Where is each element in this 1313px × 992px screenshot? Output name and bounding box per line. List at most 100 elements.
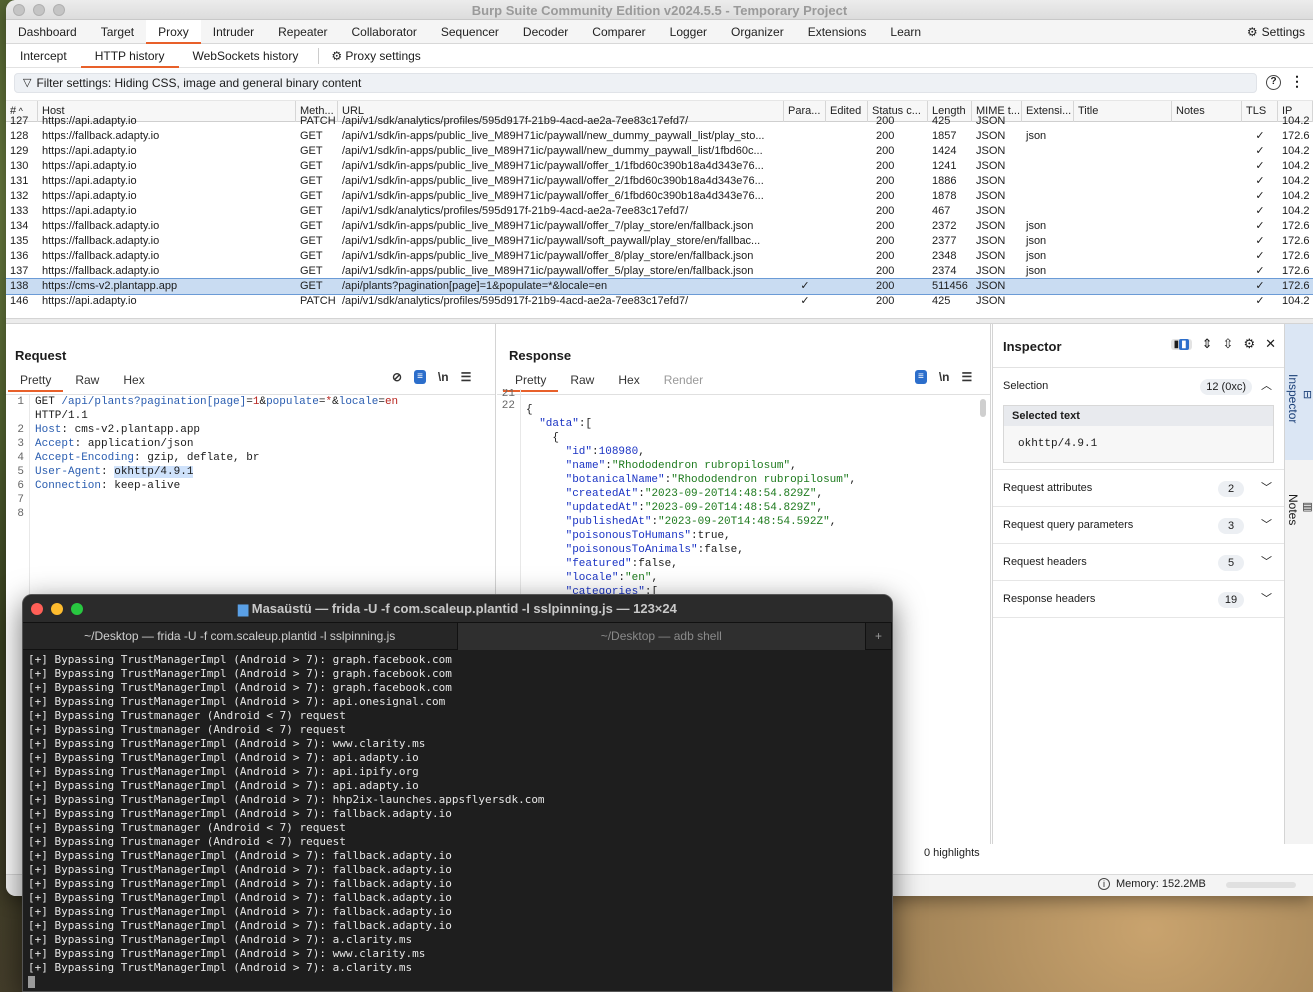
- tab-target[interactable]: Target: [89, 20, 146, 44]
- close-icon[interactable]: ✕: [1265, 336, 1276, 352]
- table-row[interactable]: 138 https://cms-v2.plantapp.app GET/api/pl…: [6, 278, 1313, 295]
- tab-decoder[interactable]: Decoder: [511, 20, 580, 44]
- cell-status: 200: [876, 220, 895, 232]
- wrap-lines-icon[interactable]: ≡: [414, 370, 426, 384]
- tab-websockets-history[interactable]: WebSockets history: [179, 44, 313, 68]
- settings-button[interactable]: ⚙ Settings: [1247, 20, 1305, 44]
- wrap-lines-icon[interactable]: ≡: [915, 370, 927, 384]
- cell-length: 425: [932, 115, 951, 127]
- terminal-output[interactable]: [+] Bypassing TrustManagerImpl (Android …: [23, 650, 892, 991]
- tab-repeater[interactable]: Repeater: [266, 20, 339, 44]
- table-row[interactable]: 137 https://fallback.adapty.io GET/api/v1/…: [6, 264, 1313, 279]
- menu-icon[interactable]: ☰: [461, 370, 472, 384]
- table-row[interactable]: 133 https://api.adapty.io GET/api/v1/sdk/a…: [6, 204, 1313, 219]
- terminal-line: [+] Bypassing TrustManagerImpl (Android …: [28, 667, 452, 680]
- chevron-down-icon[interactable]: ﹀: [1261, 544, 1272, 581]
- side-tab-notes[interactable]: ▤ Notes: [1285, 464, 1313, 544]
- inspector-section-request-query-parameters[interactable]: Request query parameters 3 ﹀: [993, 507, 1284, 544]
- cell-url: /api/v1/sdk/in-apps/public_live_M89H71ic…: [342, 235, 761, 247]
- table-row[interactable]: 131 https://api.adapty.io GET/api/v1/sdk/i…: [6, 174, 1313, 189]
- cell-status: 200: [876, 280, 895, 292]
- cell-ext: [1022, 174, 1074, 189]
- section-count-badge: 3: [1218, 518, 1244, 534]
- layout-toggle-icon[interactable]: ▮ ▮: [1170, 338, 1192, 350]
- tab-sequencer[interactable]: Sequencer: [429, 20, 511, 44]
- inspector-section-response-headers[interactable]: Response headers 19 ﹀: [993, 581, 1284, 618]
- cell-ip: 172.6: [1282, 250, 1310, 262]
- inspector-selection-row[interactable]: Selection 12 (0xc) ︿: [993, 368, 1284, 405]
- table-row[interactable]: 146 https://api.adapty.io PATCH/api/v1/sdk…: [6, 294, 1313, 309]
- request-title: Request: [15, 348, 67, 363]
- tab-intruder[interactable]: Intruder: [201, 20, 266, 44]
- header-name: Connection: [35, 480, 102, 492]
- tab-comparer[interactable]: Comparer: [580, 20, 657, 44]
- table-row[interactable]: 134 https://fallback.adapty.io GET/api/v1/…: [6, 219, 1313, 234]
- table-row[interactable]: 130 https://api.adapty.io GET/api/v1/sdk/i…: [6, 159, 1313, 174]
- tab-proxy[interactable]: Proxy: [146, 20, 201, 44]
- json-key: "poisonousToHumans": [565, 530, 692, 542]
- cell-mime: JSON: [976, 205, 1006, 217]
- json-value: "Rhododendron rubropilosum": [611, 460, 791, 472]
- header-name: Accept-Encoding: [35, 452, 135, 464]
- tab-learn[interactable]: Learn: [878, 20, 933, 44]
- response-tab-hex[interactable]: Hex: [606, 370, 651, 390]
- json-data-key: "data":[: [539, 418, 593, 430]
- cell-host: https://fallback.adapty.io: [42, 130, 160, 142]
- terminal-window: ▆ Masaüstü — frida -U -f com.scaleup.pla…: [22, 594, 893, 992]
- chevron-down-icon[interactable]: ﹀: [1261, 507, 1272, 544]
- response-scrollbar[interactable]: [980, 399, 986, 417]
- table-row[interactable]: 135 https://fallback.adapty.io GET/api/v1/…: [6, 234, 1313, 249]
- cell-num: 132: [10, 190, 29, 202]
- terminal-tab-frida[interactable]: ~/Desktop — frida -U -f com.scaleup.plan…: [23, 623, 458, 650]
- highlights-count: 0 highlights: [924, 847, 980, 859]
- newline-toggle-icon[interactable]: \n: [939, 370, 950, 384]
- more-options-icon[interactable]: ⋮: [1290, 73, 1304, 90]
- new-tab-button[interactable]: +: [866, 623, 892, 650]
- request-tab-raw[interactable]: Raw: [63, 370, 111, 390]
- help-icon[interactable]: ?: [1266, 75, 1281, 90]
- table-row[interactable]: 136 https://fallback.adapty.io GET/api/v1/…: [6, 249, 1313, 264]
- expand-all-icon[interactable]: ⇕: [1202, 336, 1213, 352]
- inspector-section-request-attributes[interactable]: Request attributes 2 ﹀: [993, 470, 1284, 507]
- tab-intercept[interactable]: Intercept: [6, 44, 81, 68]
- line-number: 22: [501, 400, 515, 412]
- header-name: Host: [35, 424, 62, 436]
- cell-method: GET: [300, 160, 323, 172]
- response-tab-pretty[interactable]: Pretty: [503, 370, 559, 392]
- table-row[interactable]: 129 https://api.adapty.io GET/api/v1/sdk/i…: [6, 144, 1313, 159]
- selected-text-value[interactable]: okhttp/4.9.1: [1004, 426, 1273, 462]
- cell-length: 1241: [932, 160, 957, 172]
- chevron-down-icon[interactable]: ﹀: [1261, 470, 1272, 507]
- table-row[interactable]: 127 https://api.adapty.io PATCH/api/v1/sdk…: [6, 114, 1313, 129]
- newline-toggle-icon[interactable]: \n: [438, 370, 449, 384]
- terminal-line: [+] Bypassing TrustManagerImpl (Android …: [28, 905, 452, 918]
- response-tab-raw[interactable]: Raw: [558, 370, 606, 390]
- inspector-section-request-headers[interactable]: Request headers 5 ﹀: [993, 544, 1284, 581]
- collapse-all-icon[interactable]: ⇳: [1223, 336, 1234, 352]
- filter-icon: ▽: [23, 77, 32, 89]
- tab-organizer[interactable]: Organizer: [719, 20, 796, 44]
- table-row[interactable]: 132 https://api.adapty.io GET/api/v1/sdk/i…: [6, 189, 1313, 204]
- table-row[interactable]: 128 https://fallback.adapty.io GET/api/v1/…: [6, 129, 1313, 144]
- tab-extensions[interactable]: Extensions: [796, 20, 879, 44]
- filter-settings-field[interactable]: ▽ Filter settings: Hiding CSS, image and…: [14, 73, 1257, 93]
- request-tab-pretty[interactable]: Pretty: [8, 370, 64, 392]
- tab-http-history[interactable]: HTTP history: [80, 44, 179, 68]
- hide-icon[interactable]: ⊘: [392, 370, 402, 384]
- tab-collaborator[interactable]: Collaborator: [340, 20, 429, 44]
- gear-icon[interactable]: ⚙: [1243, 336, 1255, 352]
- request-editor-tools: ⊘ ≡ \n ☰: [392, 370, 471, 384]
- request-tab-hex[interactable]: Hex: [111, 370, 156, 390]
- proxy-settings-button[interactable]: ⚙ Proxy settings: [325, 44, 434, 68]
- response-tab-render[interactable]: Render: [652, 370, 715, 390]
- side-tab-inspector[interactable]: ⊟ Inspector: [1285, 324, 1313, 460]
- chevron-down-icon[interactable]: ﹀: [1261, 581, 1272, 618]
- tab-dashboard[interactable]: Dashboard: [6, 20, 89, 44]
- menu-icon[interactable]: ☰: [962, 370, 973, 384]
- terminal-tab-adb-shell[interactable]: ~/Desktop — adb shell: [457, 623, 867, 650]
- terminal-line: [+] Bypassing TrustManagerImpl (Android …: [28, 947, 426, 960]
- tab-logger[interactable]: Logger: [658, 20, 719, 44]
- chevron-up-icon[interactable]: ︿: [1261, 368, 1272, 405]
- json-value: "2023-09-20T14:48:54.592Z": [658, 516, 830, 528]
- cell-host: https://api.adapty.io: [42, 115, 137, 127]
